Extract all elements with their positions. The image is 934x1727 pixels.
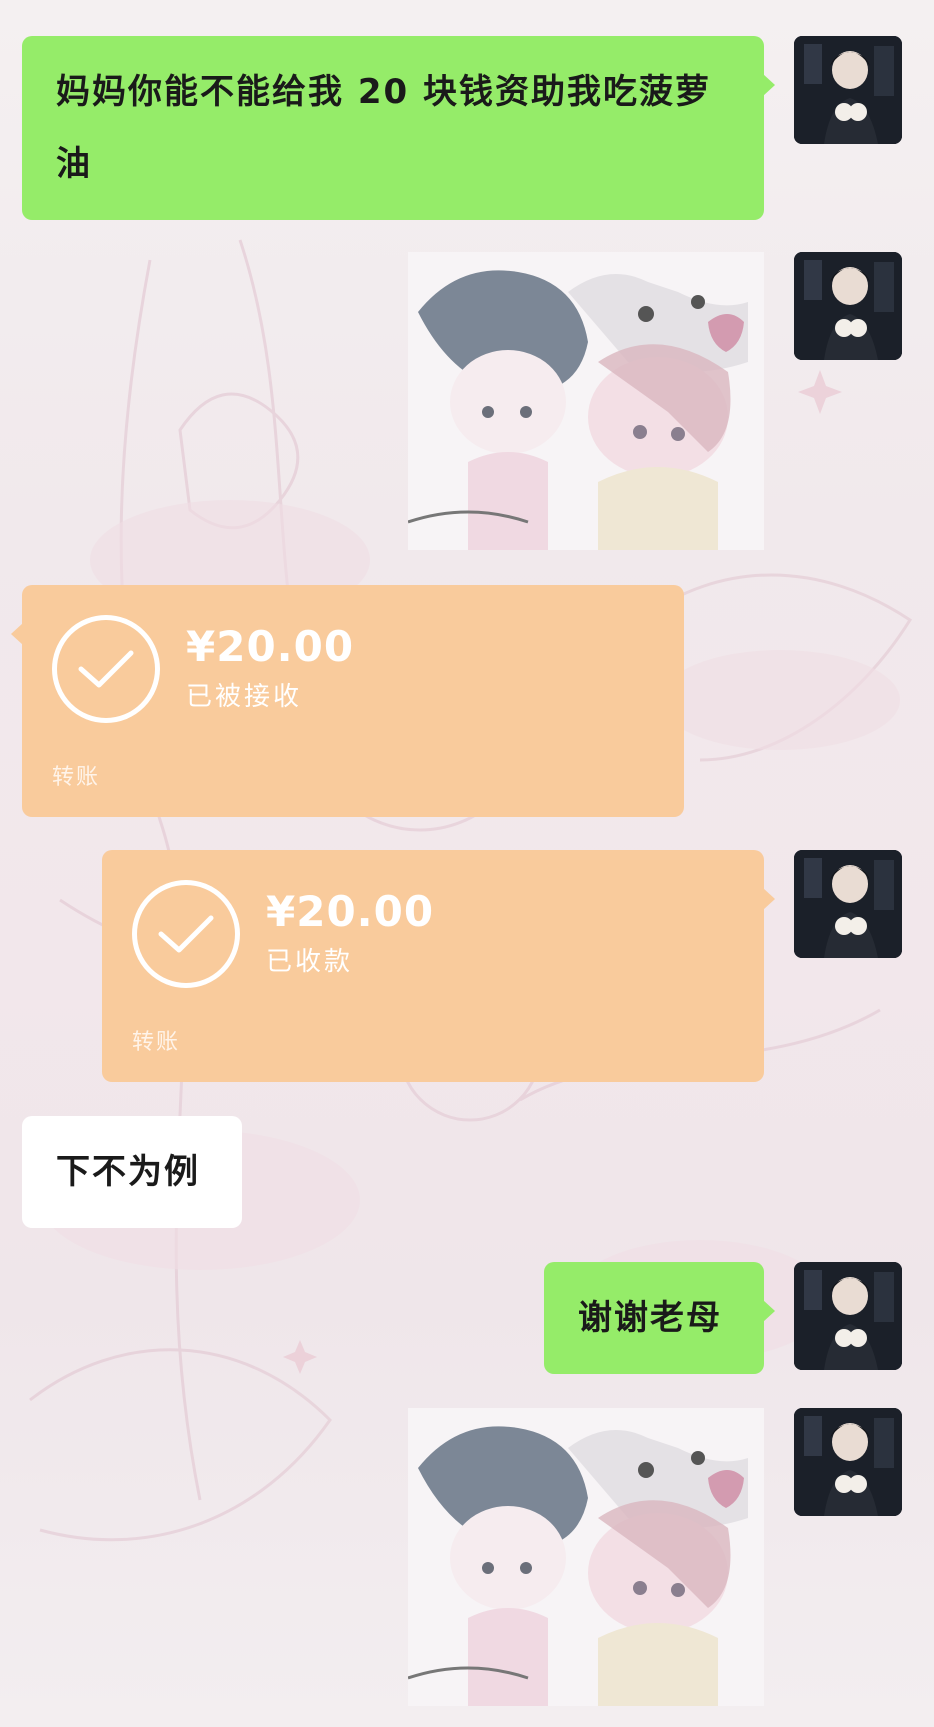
check-circle-icon xyxy=(52,615,160,723)
transfer-label: 转账 xyxy=(52,765,101,790)
sticker-image[interactable] xyxy=(408,1408,764,1706)
message-text: 妈妈你能不能给我 20 块钱资助我吃菠萝油 xyxy=(56,72,711,184)
check-circle-icon xyxy=(132,880,240,988)
self-avatar[interactable] xyxy=(794,1408,902,1516)
avatar-photo-icon xyxy=(794,1262,902,1370)
anime-sticker-icon xyxy=(408,1408,764,1706)
message-bubble-request[interactable]: 妈妈你能不能给我 20 块钱资助我吃菠萝油 xyxy=(22,36,775,220)
avatar-photo-icon xyxy=(794,1408,902,1516)
transfer-card-collected[interactable]: ¥20.00 已收款 转账 xyxy=(102,850,775,1082)
transfer-amount: ¥20.00 xyxy=(186,622,355,671)
message-bubble-thanks[interactable]: 谢谢老母 xyxy=(544,1262,775,1374)
transfer-label: 转账 xyxy=(132,1030,181,1055)
self-avatar[interactable] xyxy=(794,1262,902,1370)
avatar-photo-icon xyxy=(794,850,902,958)
avatar-photo-icon xyxy=(794,36,902,144)
message-text: 谢谢老母 xyxy=(578,1298,722,1338)
message-bubble-reply[interactable]: 下不为例 xyxy=(22,1116,242,1228)
transfer-card-received[interactable]: ¥20.00 已被接收 转账 xyxy=(11,585,684,817)
sticker-image[interactable] xyxy=(408,252,764,550)
transfer-status: 已收款 xyxy=(266,947,354,977)
transfer-amount: ¥20.00 xyxy=(266,887,435,936)
self-avatar[interactable] xyxy=(794,850,902,958)
self-avatar[interactable] xyxy=(794,252,902,360)
anime-sticker-icon xyxy=(408,252,764,550)
self-avatar[interactable] xyxy=(794,36,902,144)
transfer-status: 已被接收 xyxy=(186,682,303,712)
avatar-photo-icon xyxy=(794,252,902,360)
message-text: 下不为例 xyxy=(56,1152,200,1192)
